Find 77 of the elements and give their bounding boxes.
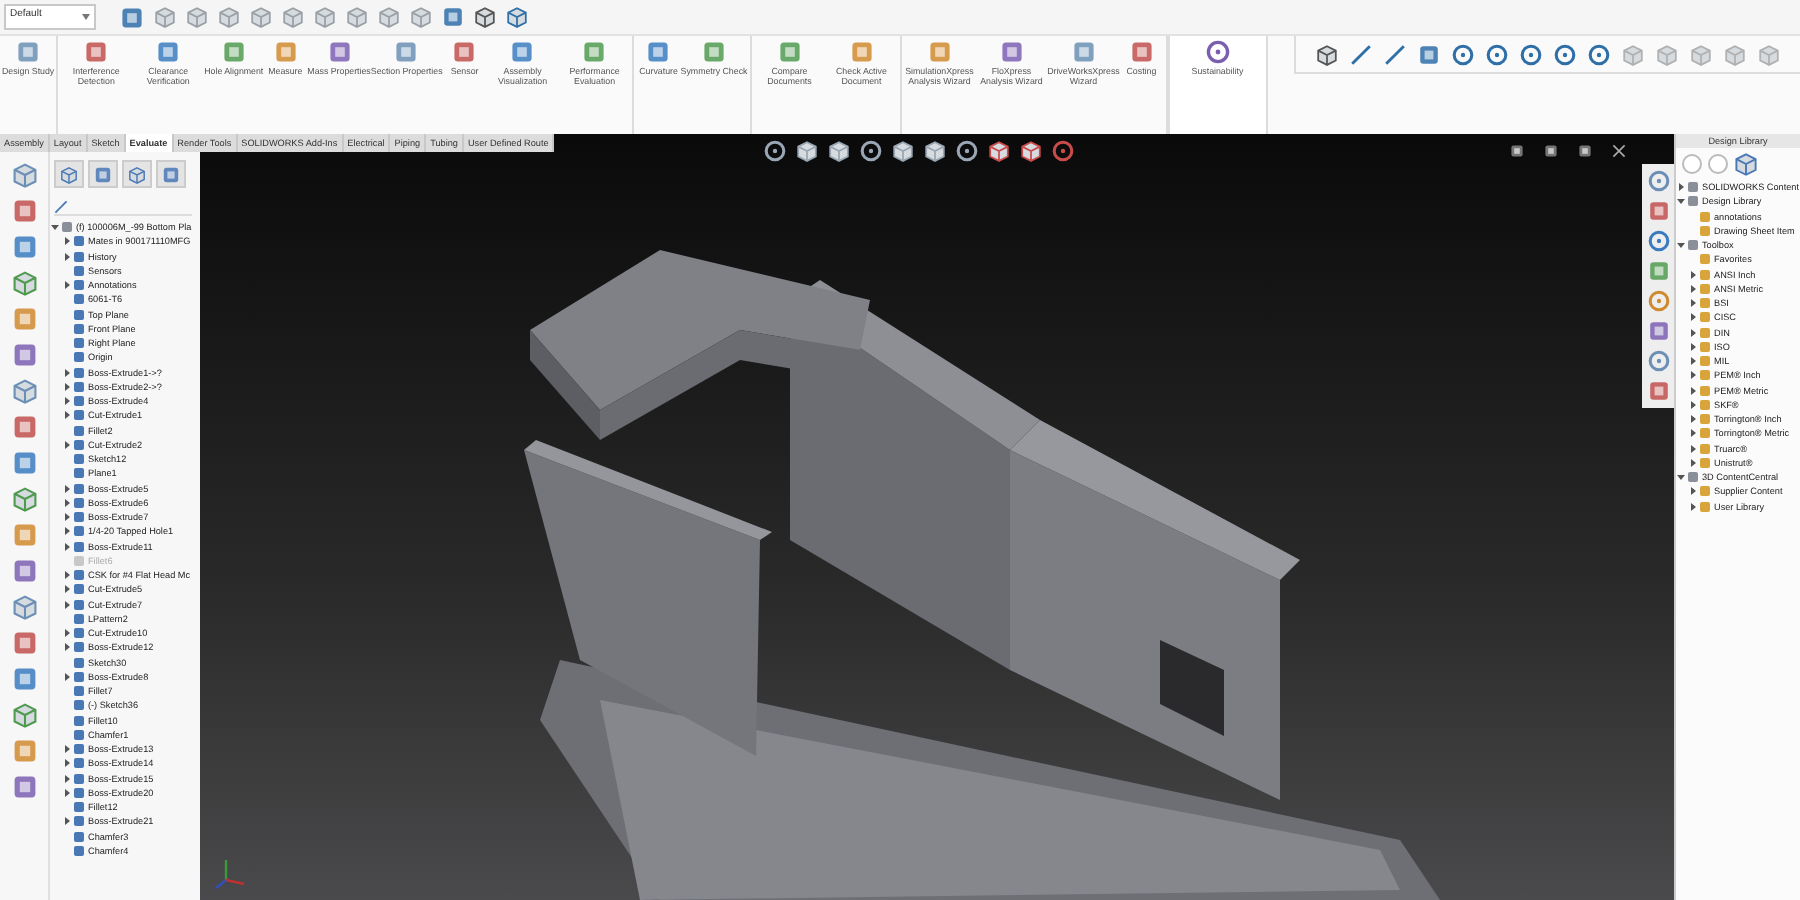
expand-arrow-icon[interactable] — [1688, 327, 1698, 338]
expand-arrow-icon[interactable] — [1688, 457, 1698, 468]
collapse-arrow-icon[interactable] — [50, 222, 60, 233]
square-icon[interactable] — [1510, 144, 1524, 158]
circle-icon[interactable] — [1452, 43, 1474, 65]
expand-arrow-icon[interactable] — [62, 280, 72, 291]
square-icon[interactable] — [1544, 144, 1558, 158]
expand-arrow-icon[interactable] — [62, 628, 72, 639]
panel-tab[interactable] — [122, 160, 152, 188]
circle-icon[interactable] — [860, 140, 882, 162]
circle-icon[interactable] — [1647, 230, 1669, 252]
expand-arrow-icon[interactable] — [62, 381, 72, 392]
circle-icon[interactable] — [764, 140, 786, 162]
cube-icon[interactable] — [796, 140, 818, 162]
filter-icon[interactable] — [54, 199, 68, 213]
expand-arrow-icon[interactable] — [1688, 356, 1698, 367]
line-icon[interactable] — [1384, 43, 1406, 65]
circle-icon[interactable] — [956, 140, 978, 162]
expand-arrow-icon[interactable] — [1688, 414, 1698, 425]
expand-arrow-icon[interactable] — [62, 584, 72, 595]
line-icon[interactable] — [1350, 43, 1372, 65]
circle-icon[interactable] — [1486, 43, 1508, 65]
expand-arrow-icon[interactable] — [1688, 385, 1698, 396]
expand-arrow-icon[interactable] — [62, 599, 72, 610]
cube-icon[interactable] — [474, 6, 496, 28]
collapse-arrow-icon[interactable] — [1676, 196, 1686, 207]
expand-arrow-icon[interactable] — [1688, 298, 1698, 309]
expand-arrow-icon[interactable] — [1676, 182, 1686, 193]
expand-arrow-icon[interactable] — [62, 367, 72, 378]
expand-arrow-icon[interactable] — [62, 410, 72, 421]
collapse-arrow-icon[interactable] — [1676, 472, 1686, 483]
cube-icon[interactable] — [1020, 140, 1042, 162]
axis-triad-icon — [215, 860, 245, 889]
panel-tab[interactable] — [88, 160, 118, 188]
expand-arrow-icon[interactable] — [62, 512, 72, 523]
expand-arrow-icon[interactable] — [1688, 341, 1698, 352]
cube-icon[interactable] — [924, 140, 946, 162]
expand-arrow-icon[interactable] — [62, 483, 72, 494]
expand-arrow-icon[interactable] — [62, 526, 72, 537]
expand-arrow-icon[interactable] — [1688, 283, 1698, 294]
expand-arrow-icon[interactable] — [62, 497, 72, 508]
expand-arrow-icon[interactable] — [62, 236, 72, 247]
circle-icon[interactable] — [1205, 40, 1230, 64]
panel-tab[interactable] — [54, 160, 84, 188]
close-icon[interactable] — [1612, 144, 1626, 158]
cube-icon[interactable] — [988, 140, 1010, 162]
expand-arrow-icon[interactable] — [1688, 486, 1698, 497]
expand-arrow-icon[interactable] — [1688, 501, 1698, 512]
expand-arrow-icon[interactable] — [62, 251, 72, 262]
expand-arrow-icon[interactable] — [1688, 269, 1698, 280]
expand-arrow-icon[interactable] — [1688, 312, 1698, 323]
expand-arrow-icon[interactable] — [62, 570, 72, 581]
expand-arrow-icon[interactable] — [1688, 428, 1698, 439]
expand-arrow-icon[interactable] — [1688, 399, 1698, 410]
expand-arrow-icon[interactable] — [62, 671, 72, 682]
circle-icon[interactable] — [1554, 43, 1576, 65]
3d-view-icon[interactable] — [120, 5, 144, 29]
expand-arrow-icon[interactable] — [62, 642, 72, 653]
circle-icon[interactable] — [1052, 140, 1074, 162]
cube-icon[interactable] — [892, 140, 914, 162]
circle-icon[interactable] — [1520, 43, 1542, 65]
collapse-arrow-icon[interactable] — [1676, 240, 1686, 251]
cube-icon[interactable] — [1316, 43, 1338, 65]
expand-arrow-icon[interactable] — [1688, 370, 1698, 381]
expand-arrow-icon[interactable] — [1688, 443, 1698, 454]
panel-tab[interactable] — [156, 160, 186, 188]
expand-arrow-icon[interactable] — [62, 541, 72, 552]
expand-arrow-icon[interactable] — [62, 773, 72, 784]
expand-arrow-icon[interactable] — [62, 396, 72, 407]
expand-arrow-icon[interactable] — [62, 439, 72, 450]
expand-arrow-icon[interactable] — [62, 758, 72, 769]
circle-icon[interactable] — [1588, 43, 1610, 65]
square-icon[interactable] — [1578, 144, 1592, 158]
expand-arrow-icon[interactable] — [62, 787, 72, 798]
expand-arrow-icon[interactable] — [62, 744, 72, 755]
cube-icon[interactable] — [828, 140, 850, 162]
expand-arrow-icon[interactable] — [62, 816, 72, 827]
